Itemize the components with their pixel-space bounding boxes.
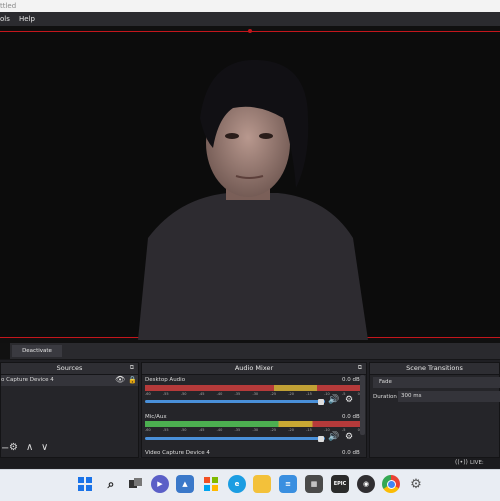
channel-db: 0.0 dB <box>342 377 360 383</box>
menu-item-help[interactable]: Help <box>19 12 35 26</box>
channel-db: 0.0 dB <box>342 414 360 420</box>
windows-taskbar: ⌕ ▶ ▲ e ≡ ▦ EPIC ◉ ⚙ <box>0 469 500 501</box>
chrome-icon[interactable] <box>382 475 400 493</box>
move-up-icon[interactable]: ∧ <box>26 442 33 453</box>
notepad-icon[interactable]: ≡ <box>279 475 297 493</box>
move-down-icon[interactable]: ∨ <box>41 442 48 453</box>
edge-icon[interactable]: e <box>228 475 246 493</box>
teams-icon[interactable]: ▶ <box>151 475 169 493</box>
search-icon[interactable]: ⌕ <box>102 475 120 493</box>
task-view-icon[interactable] <box>127 475 145 493</box>
menu-item-tools[interactable]: ols <box>0 12 10 26</box>
studio-mode-edge <box>0 343 10 359</box>
dock-float-icon[interactable]: ⧉ <box>358 364 362 372</box>
duration-input[interactable]: 300 ms <box>398 391 500 402</box>
resize-handle-top[interactable] <box>248 29 252 33</box>
volume-meter <box>145 385 360 391</box>
volume-meter <box>145 421 360 427</box>
photos-icon[interactable]: ▲ <box>176 475 194 493</box>
epic-games-icon[interactable]: EPIC <box>331 475 349 493</box>
live-broadcast-icon: ((•)) <box>455 459 468 466</box>
source-row[interactable]: o Capture Device 4 👁 🔒 <box>1 375 138 386</box>
calculator-icon[interactable]: ▦ <box>305 475 323 493</box>
volume-fader[interactable] <box>145 400 325 403</box>
menu-bar: ols Help <box>0 12 500 26</box>
duration-value: 300 ms <box>401 393 422 399</box>
scene-transitions-title: Scene Transitions <box>370 363 499 375</box>
audio-mixer-dock: Audio Mixer ⧉ Desktop Audio 0.0 dB -60 -5… <box>141 362 367 458</box>
deactivate-button[interactable]: Deactivate <box>12 345 62 357</box>
speaker-icon[interactable]: 🔊 <box>328 432 339 442</box>
lock-icon[interactable]: 🔒 <box>128 376 137 384</box>
duration-label: Duration <box>373 394 397 400</box>
gear-icon[interactable]: ⚙ <box>345 395 353 405</box>
channel-name: Video Capture Device 4 <box>145 450 210 456</box>
transition-select[interactable]: Fade <box>373 377 500 388</box>
channel-name: Desktop Audio <box>145 377 186 383</box>
status-bar: ((•)) LIVE: 00:00 <box>0 458 500 476</box>
controls-bar <box>0 343 500 360</box>
sources-dock: Sources ⧉ o Capture Device 4 👁 🔒 − ⚙ ∧ ∨ <box>0 362 139 458</box>
transition-selected: Fade <box>379 379 392 385</box>
scene-transitions-dock: Scene Transitions Fade Duration 300 ms <box>369 362 500 458</box>
camera-feed-image <box>138 59 368 340</box>
settings-icon[interactable]: ⚙ <box>407 475 425 493</box>
eye-icon[interactable]: 👁 <box>115 375 125 384</box>
volume-fader[interactable] <box>145 437 325 440</box>
store-icon[interactable] <box>202 475 220 493</box>
window-title: ttled <box>0 2 17 10</box>
window-titlebar: ttled <box>0 0 500 12</box>
mixer-scrollbar[interactable] <box>360 375 365 435</box>
file-explorer-icon[interactable] <box>253 475 271 493</box>
gear-icon[interactable]: ⚙ <box>9 442 18 453</box>
gear-icon[interactable]: ⚙ <box>345 432 353 442</box>
sources-title: Sources <box>1 363 138 375</box>
obs-icon[interactable]: ◉ <box>357 475 375 493</box>
channel-name: Mic/Aux <box>145 414 167 420</box>
windows-start-icon[interactable] <box>76 475 94 493</box>
fader-handle[interactable] <box>318 399 324 405</box>
channel-db: 0.0 dB <box>342 450 360 456</box>
source-label: o Capture Device 4 <box>1 377 54 383</box>
speaker-icon[interactable]: 🔊 <box>328 395 339 405</box>
fader-handle[interactable] <box>318 436 324 442</box>
audio-mixer-title: Audio Mixer <box>142 363 366 375</box>
dock-float-icon[interactable]: ⧉ <box>130 364 134 372</box>
